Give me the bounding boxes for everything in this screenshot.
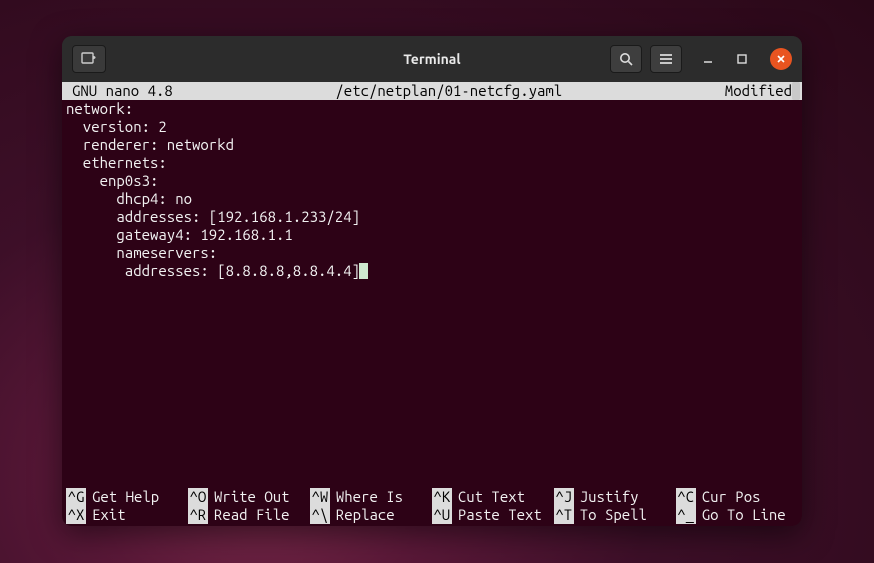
shortcut-label: Get Help [92, 488, 159, 506]
minimize-button[interactable] [702, 53, 718, 65]
new-tab-button[interactable] [72, 45, 106, 73]
shortcut: ^C Cur Pos [676, 488, 798, 506]
shortcut: ^K Cut Text [432, 488, 554, 506]
nano-modified: Modified [719, 82, 798, 100]
editor-line: dhcp4: no [66, 190, 798, 208]
shortcut: ^X Exit [66, 506, 188, 524]
shortcut: ^J Justify [554, 488, 676, 506]
menu-button[interactable] [650, 45, 682, 73]
shortcut-label: Where Is [336, 488, 403, 506]
shortcut-key: ^K [432, 488, 452, 506]
shortcut-label: Go To Line [702, 506, 786, 524]
shortcut-key: ^C [676, 488, 696, 506]
nano-version: GNU nano 4.8 [66, 82, 179, 100]
editor-line: enp0s3: [66, 172, 798, 190]
shortcut: ^G Get Help [66, 488, 188, 506]
nano-header: GNU nano 4.8 /etc/netplan/01-netcfg.yaml… [62, 82, 802, 100]
shortcut-key: ^U [432, 506, 452, 524]
editor-line: network: [66, 100, 798, 118]
minimize-icon [702, 53, 714, 65]
shortcut-key: ^G [66, 488, 86, 506]
terminal-window: Terminal [62, 36, 802, 526]
shortcut-key: ^_ [676, 506, 696, 524]
shortcut-label: Cur Pos [702, 488, 761, 506]
shortcut-key: ^T [554, 506, 574, 524]
close-icon [776, 54, 786, 64]
hamburger-icon [659, 53, 673, 65]
editor-content[interactable]: network: version: 2 renderer: networkd e… [62, 100, 802, 280]
editor-line: renderer: networkd [66, 136, 798, 154]
shortcut-key: ^X [66, 506, 86, 524]
shortcut: ^U Paste Text [432, 506, 554, 524]
shortcut-key: ^\ [310, 506, 330, 524]
editor-line: gateway4: 192.168.1.1 [66, 226, 798, 244]
shortcut-label: Write Out [214, 488, 290, 506]
shortcut: ^O Write Out [188, 488, 310, 506]
shortcut-label: Replace [336, 506, 395, 524]
shortcut: ^T To Spell [554, 506, 676, 524]
shortcut-key: ^J [554, 488, 574, 506]
editor-line: nameservers: [66, 244, 798, 262]
scrollbar-thumb[interactable] [792, 82, 800, 100]
nano-filename: /etc/netplan/01-netcfg.yaml [179, 82, 719, 100]
maximize-button[interactable] [736, 53, 752, 65]
nano-footer: ^G Get Help ^O Write Out ^W Where Is ^K Cut Tex… [62, 488, 802, 526]
shortcut-label: Paste Text [458, 506, 542, 524]
shortcut-label: Justify [580, 488, 639, 506]
search-button[interactable] [610, 45, 642, 73]
new-tab-icon [81, 52, 97, 66]
search-icon [619, 52, 633, 66]
titlebar[interactable]: Terminal [62, 36, 802, 82]
shortcut-label: Read File [214, 506, 290, 524]
editor-line: version: 2 [66, 118, 798, 136]
shortcut-key: ^R [188, 506, 208, 524]
shortcut: ^W Where Is [310, 488, 432, 506]
cursor [359, 263, 368, 279]
maximize-icon [736, 53, 748, 65]
editor-line: addresses: [192.168.1.233/24] [66, 208, 798, 226]
shortcut-label: Cut Text [458, 488, 525, 506]
terminal-body[interactable]: GNU nano 4.8 /etc/netplan/01-netcfg.yaml… [62, 82, 802, 526]
shortcut: ^\ Replace [310, 506, 432, 524]
shortcut: ^_ Go To Line [676, 506, 798, 524]
close-button[interactable] [770, 48, 792, 70]
editor-line: ethernets: [66, 154, 798, 172]
shortcut: ^R Read File [188, 506, 310, 524]
shortcut-label: To Spell [580, 506, 647, 524]
shortcut-label: Exit [92, 506, 126, 524]
editor-line: addresses: [8.8.8.8,8.8.4.4] [66, 262, 798, 280]
shortcut-key: ^W [310, 488, 330, 506]
shortcut-key: ^O [188, 488, 208, 506]
